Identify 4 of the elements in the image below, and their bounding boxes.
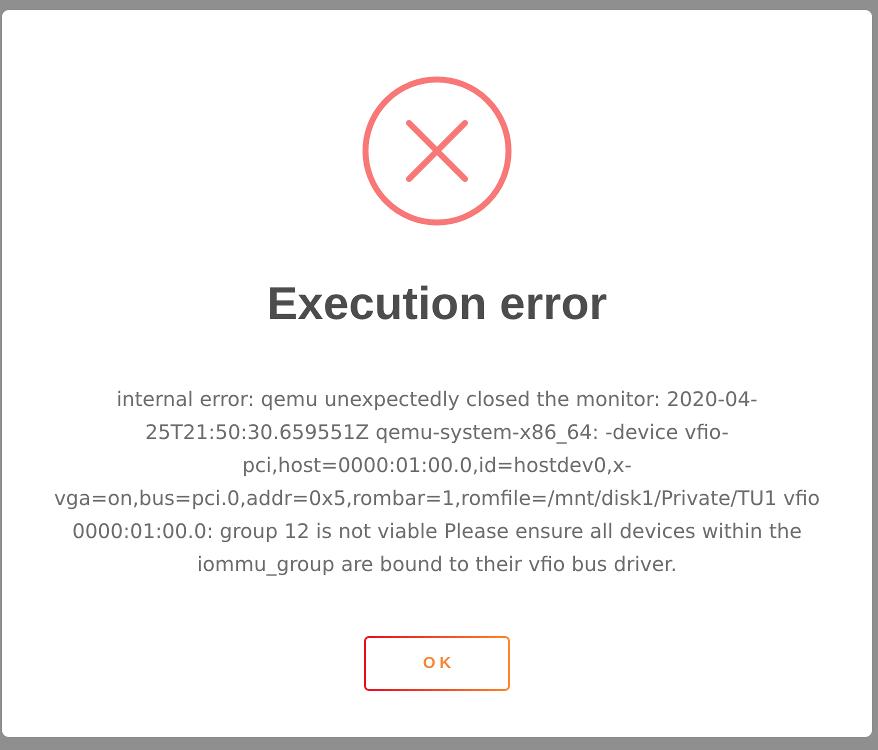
error-message: internal error: qemu unexpectedly closed the monitor: 2020-04-25T21:50:30.659551Z qemu-system-x86_64: -device vfio-pci,host=0000:01:00.0,id=hostdev0,x-vga=on,bus=pci.0,addr=0x5,rombar=1,romfile=/mnt/disk1/Private/TU1 vfio 0000:01:00.0: group 12 is not viable Please ensure all devices within the iommu_group are bound to their vfio bus driver. — [53, 386, 821, 578]
ok-button[interactable]: OK — [364, 636, 510, 691]
error-icon — [362, 76, 512, 226]
dialog-title: Execution error — [267, 276, 607, 331]
